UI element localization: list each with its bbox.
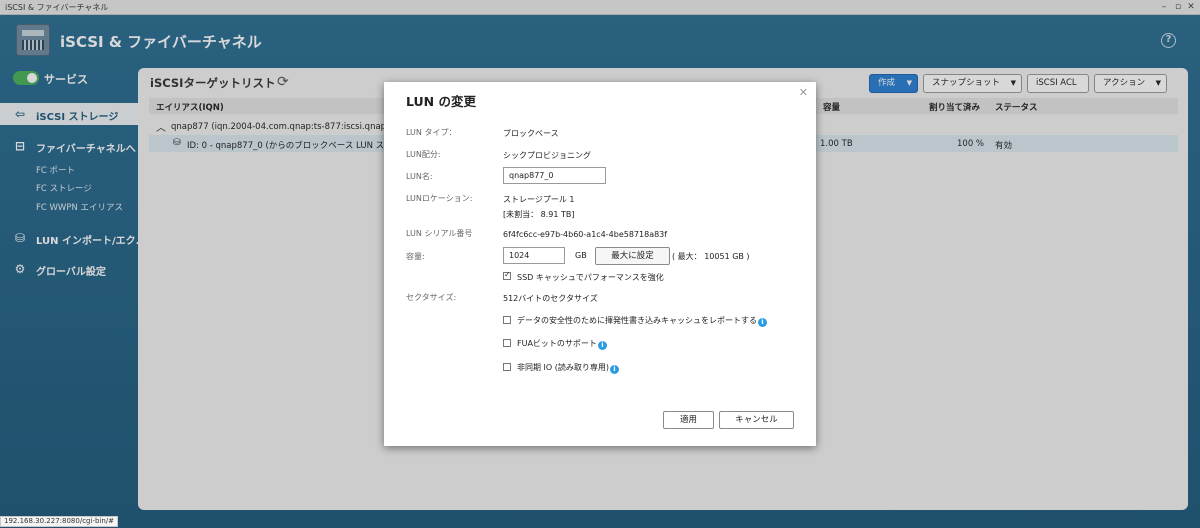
- async-io-option: 非同期 IO (読み取り専用) i: [517, 362, 619, 374]
- capacity-input[interactable]: 1024: [503, 247, 565, 264]
- lun-type-value: ブロックベース: [503, 129, 559, 138]
- apply-button[interactable]: 適用: [663, 411, 714, 429]
- lun-type-label: LUN タイプ：: [406, 128, 457, 137]
- report-cache-checkbox[interactable]: [503, 316, 511, 324]
- lun-name-input[interactable]: qnap877_0: [503, 167, 606, 184]
- lun-name-label: LUN名:: [406, 172, 433, 181]
- serial-value: 6f4fc6cc-e97b-4b60-a1c4-4be58718a83f: [503, 230, 668, 239]
- report-cache-label: データの安全性のために揮発性書き込みキャッシュをレポートする: [517, 316, 757, 325]
- dialog-title: LUN の変更: [406, 94, 476, 109]
- sector-size-label: セクタサイズ:: [406, 293, 457, 302]
- lun-alloc-value: シックプロビジョニング: [503, 151, 591, 160]
- capacity-label: 容量:: [406, 252, 425, 261]
- ssd-cache-checkbox[interactable]: [503, 270, 511, 280]
- lun-alloc-label: LUN配分:: [406, 150, 441, 159]
- sector-size-value: 512バイトのセクタサイズ: [503, 294, 598, 303]
- fua-label: FUAビットのサポート: [517, 339, 597, 348]
- info-icon[interactable]: i: [597, 341, 607, 350]
- cancel-button[interactable]: キャンセル: [719, 411, 794, 429]
- async-io-checkbox[interactable]: [503, 363, 511, 371]
- capacity-unit: GB: [575, 251, 587, 260]
- ssd-cache-label: SSD キャッシュでパフォーマンスを強化: [517, 273, 664, 282]
- modify-lun-dialog: LUN の変更 ✕ LUN タイプ： ブロックベース LUN配分: シックプロビ…: [384, 82, 816, 446]
- status-bar-url: 192.168.30.227:8080/cgi-bin/#: [0, 516, 119, 527]
- info-icon[interactable]: i: [758, 318, 767, 327]
- fua-checkbox[interactable]: [503, 339, 511, 347]
- max-capacity-text: ( 最大： 10051 GB ): [672, 252, 750, 261]
- close-icon[interactable]: ✕: [799, 86, 808, 99]
- fua-option: FUAビットのサポート i: [517, 338, 607, 350]
- lun-location-value: ストレージプール 1: [503, 195, 575, 204]
- info-icon[interactable]: i: [609, 365, 619, 374]
- unallocated-value: [未割当： 8.91 TB]: [503, 210, 575, 219]
- lun-location-label: LUNロケーション:: [406, 194, 473, 203]
- set-max-button[interactable]: 最大に設定: [595, 247, 670, 265]
- async-io-label: 非同期 IO (読み取り専用): [517, 363, 609, 372]
- report-cache-option: データの安全性のために揮発性書き込みキャッシュをレポートする i: [517, 315, 767, 327]
- serial-label: LUN シリアル番号: [406, 229, 473, 238]
